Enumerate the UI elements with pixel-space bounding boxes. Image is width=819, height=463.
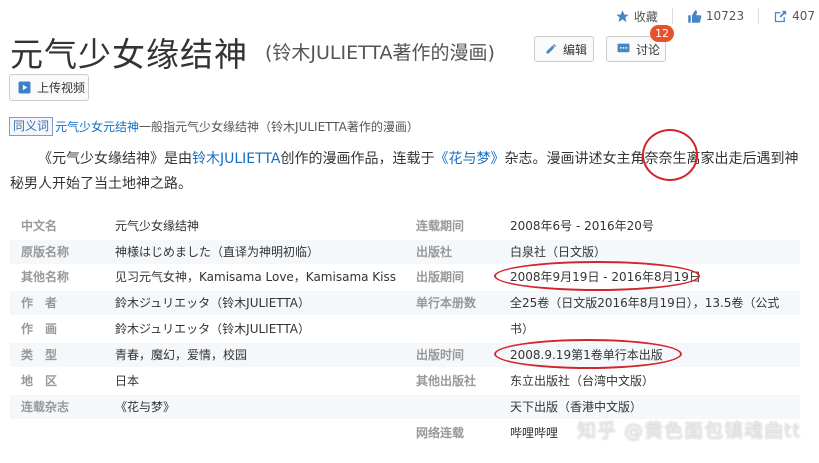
upload-video-button[interactable]: 上传视频 xyxy=(9,74,89,101)
info-value: 见习元气女神，Kamisama Love，Kamisama Kiss xyxy=(115,270,397,284)
info-key: 其他名称 xyxy=(21,270,70,284)
annotation-circle xyxy=(642,129,698,181)
divider xyxy=(758,8,760,24)
info-key: 原版名称 xyxy=(21,245,70,259)
synonym-line: 元气少女元结神一般指元气少女缘结神（铃木JULIETTA著作的漫画） xyxy=(55,118,419,135)
page-subtitle: (铃木JULIETTA著作的漫画) xyxy=(265,42,495,64)
info-key: 作 画 xyxy=(21,322,58,336)
pencil-icon xyxy=(546,44,556,54)
star-icon xyxy=(616,9,629,22)
author-link[interactable]: 铃木JULIETTA xyxy=(192,151,281,167)
summary-text: 《元气少女缘结神》是由 xyxy=(38,151,192,167)
info-key: 中文名 xyxy=(21,219,58,233)
collect-label: 收藏 xyxy=(633,9,658,24)
info-value: 东立出版社（台湾中文版） xyxy=(510,374,655,388)
share-icon xyxy=(774,10,787,22)
top-action-bar: 收藏 10723 407 xyxy=(601,4,819,28)
page-title: 元气少女缘结神 xyxy=(10,35,248,74)
info-value: 书） xyxy=(510,322,535,336)
info-key: 出版期间 xyxy=(416,270,465,284)
collect-button[interactable]: 收藏 xyxy=(615,8,658,25)
synonym-term-link[interactable]: 元气少女元结神 xyxy=(55,120,139,134)
chat-icon xyxy=(617,43,630,53)
info-key: 地 区 xyxy=(21,374,58,388)
summary-text: 创作的漫画作品，连载于 xyxy=(280,151,435,167)
upload-label: 上传视频 xyxy=(37,81,86,95)
share-button[interactable]: 407 xyxy=(773,9,815,24)
like-count: 10723 xyxy=(705,9,745,23)
info-key: 作 者 xyxy=(21,296,58,310)
info-value: 元气少女缘结神 xyxy=(115,219,200,233)
synonym-target: 元气少女缘结神（铃木JULIETTA著作的漫画） xyxy=(175,120,419,134)
synonym-tag: 同义词 xyxy=(9,117,54,136)
info-key: 类 型 xyxy=(21,348,58,362)
like-button[interactable]: 10723 xyxy=(687,9,744,24)
info-value: 神様はじめました（直译为神明初临） xyxy=(115,245,320,259)
edit-label: 编辑 xyxy=(563,42,588,57)
annotation-ellipse-publish-time xyxy=(494,339,682,369)
info-row: 作 者 鈴木ジュリエッタ（铃木JULIETTA） 单行本册数 全25卷（日文版2016… xyxy=(10,291,800,315)
info-row: 地 区 日本 其他出版社 东立出版社（台湾中文版） xyxy=(10,369,800,393)
info-key: 其他出版社 xyxy=(416,374,477,388)
divider xyxy=(671,8,673,24)
info-row: 原版名称 神様はじめました（直译为神明初临） 出版社 白泉社（日文版） xyxy=(10,240,800,264)
info-value: 鈴木ジュリエッタ（铃木JULIETTA） xyxy=(115,296,311,310)
info-key: 出版时间 xyxy=(416,348,465,362)
info-value: 鈴木ジュリエッタ（铃木JULIETTA） xyxy=(115,322,311,336)
magazine-link[interactable]: 《花与梦》 xyxy=(435,151,505,167)
info-row: 中文名 元气少女缘结神 连载期间 2008年6号 - 2016年20号 xyxy=(10,214,800,238)
thumbs-up-icon xyxy=(688,9,702,23)
info-value: 全25卷（日文版2016年8月19日），13.5卷（公式 xyxy=(510,296,780,310)
info-key: 连载杂志 xyxy=(21,400,70,414)
play-icon xyxy=(18,81,31,94)
synonym-mid: 一般指 xyxy=(139,120,176,134)
info-value: 青春，魔幻，爱情，校园 xyxy=(115,348,248,362)
info-value: 2008年6号 - 2016年20号 xyxy=(510,219,654,233)
info-value: 哔哩哔哩 xyxy=(510,426,559,440)
watermark: 知乎 @黄色面包镇魂曲tt xyxy=(577,420,801,442)
annotation-ellipse-publish-period xyxy=(494,261,700,291)
edit-button[interactable]: 编辑 xyxy=(534,36,594,62)
info-key: 出版社 xyxy=(416,245,453,259)
discuss-label: 讨论 xyxy=(636,42,661,57)
info-value: 《花与梦》 xyxy=(115,400,176,414)
discuss-count-badge: 12 xyxy=(650,25,674,42)
share-count: 407 xyxy=(792,9,815,23)
info-key: 连载期间 xyxy=(416,219,465,233)
info-key: 单行本册数 xyxy=(416,296,477,310)
info-value: 日本 xyxy=(115,374,140,388)
info-row: 作 画 鈴木ジュリエッタ（铃木JULIETTA） 书） xyxy=(10,317,800,341)
info-key: 网络连载 xyxy=(416,426,465,440)
